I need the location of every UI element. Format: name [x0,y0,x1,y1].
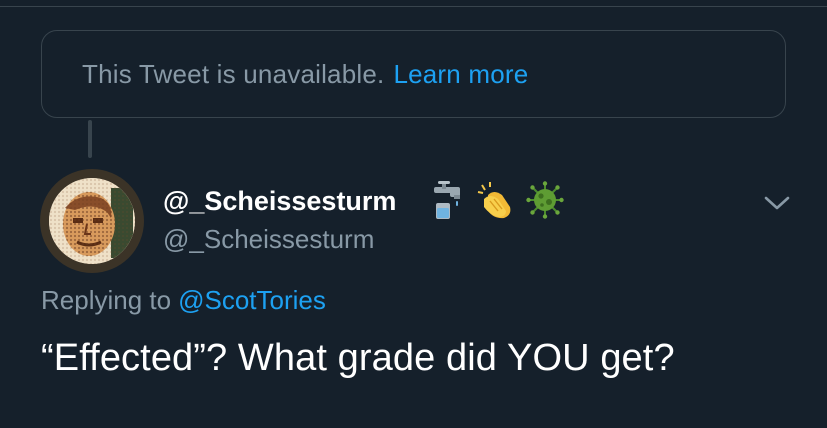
author-display-name[interactable]: @_Scheissesturm [163,186,396,217]
virus-icon [526,180,564,224]
chevron-down-icon[interactable] [760,188,794,218]
author-handle[interactable]: @_Scheissesturm [163,224,374,255]
name-emojis [430,180,564,224]
avatar[interactable] [40,169,144,273]
top-divider [0,0,827,7]
tweet-view: This Tweet is unavailable. Learn more @_… [0,0,827,428]
learn-more-link[interactable]: Learn more [393,59,528,90]
replying-to-mention-link[interactable]: @ScotTories [178,285,326,315]
potable-water-icon [430,180,464,224]
clapping-hands-icon [476,181,514,224]
replying-to-prefix: Replying to [41,285,172,315]
tweet-text: “Effected”? What grade did YOU get? [41,337,675,379]
unavailable-tweet-card: This Tweet is unavailable. Learn more [41,30,786,118]
thread-connector-line [88,120,92,158]
unavailable-message: This Tweet is unavailable. [82,58,385,89]
avatar-image [49,178,135,264]
replying-to-line: Replying to @ScotTories [41,285,326,316]
